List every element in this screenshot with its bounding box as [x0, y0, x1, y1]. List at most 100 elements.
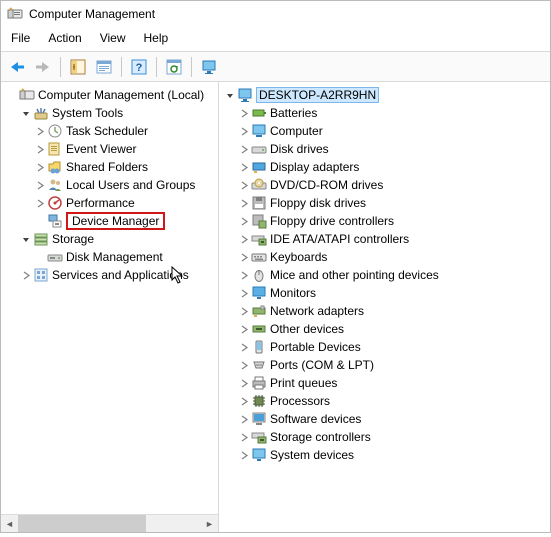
chevron-down-icon[interactable]	[223, 91, 237, 100]
scroll-right-arrow[interactable]: ►	[201, 515, 218, 532]
chevron-right-icon[interactable]	[237, 433, 251, 442]
storage-controllers-node[interactable]: Storage controllers	[219, 428, 550, 446]
chevron-down-icon[interactable]	[19, 235, 33, 244]
chevron-right-icon[interactable]	[237, 217, 251, 226]
device-manager-icon	[47, 213, 63, 229]
chevron-right-icon[interactable]	[237, 397, 251, 406]
chevron-right-icon[interactable]	[33, 181, 47, 190]
scroll-track[interactable]	[18, 515, 201, 532]
horizontal-scrollbar[interactable]: ◄ ►	[1, 514, 218, 532]
monitors-node[interactable]: Monitors	[219, 284, 550, 302]
app-icon	[7, 6, 23, 22]
chevron-right-icon[interactable]	[237, 343, 251, 352]
other-device-icon	[251, 321, 267, 337]
clock-icon	[47, 123, 63, 139]
properties-button[interactable]	[92, 55, 116, 79]
menu-file[interactable]: File	[11, 31, 30, 45]
dvd-cdrom-node[interactable]: DVD/CD-ROM drives	[219, 176, 550, 194]
scroll-thumb[interactable]	[18, 515, 146, 532]
display-adapters-label: Display adapters	[270, 160, 359, 174]
floppy-disk-drives-node[interactable]: Floppy disk drives	[219, 194, 550, 212]
help-button[interactable]: ?	[127, 55, 151, 79]
ide-controllers-label: IDE ATA/ATAPI controllers	[270, 232, 409, 246]
chevron-right-icon[interactable]	[237, 415, 251, 424]
portable-device-icon	[251, 339, 267, 355]
disk-drives-node[interactable]: Disk drives	[219, 140, 550, 158]
processors-node[interactable]: Processors	[219, 392, 550, 410]
toolbar-separator	[121, 57, 122, 77]
chevron-right-icon[interactable]	[237, 145, 251, 154]
menu-help[interactable]: Help	[144, 31, 169, 45]
chevron-right-icon[interactable]	[33, 145, 47, 154]
printer-icon	[251, 375, 267, 391]
chevron-right-icon[interactable]	[237, 181, 251, 190]
refresh-button[interactable]	[162, 55, 186, 79]
ports-node[interactable]: Ports (COM & LPT)	[219, 356, 550, 374]
floppy-controllers-node[interactable]: Floppy drive controllers	[219, 212, 550, 230]
print-queues-node[interactable]: Print queues	[219, 374, 550, 392]
chevron-right-icon[interactable]	[237, 325, 251, 334]
keyboards-label: Keyboards	[270, 250, 327, 264]
forward-button[interactable]	[31, 55, 55, 79]
dvd-cdrom-label: DVD/CD-ROM drives	[270, 178, 383, 192]
portable-devices-node[interactable]: Portable Devices	[219, 338, 550, 356]
show-hide-button[interactable]	[66, 55, 90, 79]
floppy-icon	[251, 195, 267, 211]
mice-node[interactable]: Mice and other pointing devices	[219, 266, 550, 284]
system-tools-node[interactable]: System Tools	[1, 104, 218, 122]
chevron-right-icon[interactable]	[237, 253, 251, 262]
system-devices-node[interactable]: System devices	[219, 446, 550, 464]
back-button[interactable]	[5, 55, 29, 79]
chevron-right-icon[interactable]	[237, 235, 251, 244]
chevron-right-icon[interactable]	[237, 163, 251, 172]
chevron-right-icon[interactable]	[237, 451, 251, 460]
services-apps-label: Services and Applications	[52, 268, 189, 282]
chevron-right-icon[interactable]	[19, 271, 33, 280]
computer-root-node[interactable]: DESKTOP-A2RR9HN	[219, 86, 550, 104]
menu-action[interactable]: Action	[48, 31, 81, 45]
chevron-right-icon[interactable]	[237, 271, 251, 280]
ide-controllers-node[interactable]: IDE ATA/ATAPI controllers	[219, 230, 550, 248]
navigation-pane: Computer Management (Local) System Tools	[1, 82, 219, 532]
chevron-right-icon[interactable]	[237, 199, 251, 208]
scroll-left-arrow[interactable]: ◄	[1, 515, 18, 532]
chevron-right-icon[interactable]	[237, 361, 251, 370]
print-queues-label: Print queues	[270, 376, 337, 390]
other-devices-label: Other devices	[270, 322, 344, 336]
performance-node[interactable]: Performance	[1, 194, 218, 212]
chevron-down-icon[interactable]	[19, 109, 33, 118]
chevron-right-icon[interactable]	[33, 199, 47, 208]
task-scheduler-node[interactable]: Task Scheduler	[1, 122, 218, 140]
monitor-button[interactable]	[197, 55, 221, 79]
services-applications-node[interactable]: Services and Applications	[1, 266, 218, 284]
chevron-right-icon[interactable]	[237, 379, 251, 388]
chevron-right-icon[interactable]	[33, 163, 47, 172]
chevron-right-icon[interactable]	[33, 127, 47, 136]
storage-icon	[33, 231, 49, 247]
chevron-right-icon[interactable]	[237, 127, 251, 136]
chevron-right-icon[interactable]	[237, 289, 251, 298]
computer-node[interactable]: Computer	[219, 122, 550, 140]
network-adapters-node[interactable]: Network adapters	[219, 302, 550, 320]
chevron-right-icon[interactable]	[237, 307, 251, 316]
event-viewer-node[interactable]: Event Viewer	[1, 140, 218, 158]
root-node[interactable]: Computer Management (Local)	[1, 86, 218, 104]
processor-icon	[251, 393, 267, 409]
other-devices-node[interactable]: Other devices	[219, 320, 550, 338]
window-title: Computer Management	[29, 7, 155, 21]
keyboards-node[interactable]: Keyboards	[219, 248, 550, 266]
local-users-node[interactable]: Local Users and Groups	[1, 176, 218, 194]
chevron-right-icon[interactable]	[237, 109, 251, 118]
storage-label: Storage	[52, 232, 94, 246]
shared-folders-node[interactable]: Shared Folders	[1, 158, 218, 176]
main-panes: Computer Management (Local) System Tools	[1, 82, 550, 532]
toolbar: ?	[1, 52, 550, 82]
display-adapters-node[interactable]: Display adapters	[219, 158, 550, 176]
disk-management-node[interactable]: Disk Management	[1, 248, 218, 266]
menu-view[interactable]: View	[100, 31, 126, 45]
device-manager-node[interactable]: Device Manager	[1, 212, 218, 230]
performance-icon	[47, 195, 63, 211]
storage-node[interactable]: Storage	[1, 230, 218, 248]
software-devices-node[interactable]: Software devices	[219, 410, 550, 428]
batteries-node[interactable]: Batteries	[219, 104, 550, 122]
